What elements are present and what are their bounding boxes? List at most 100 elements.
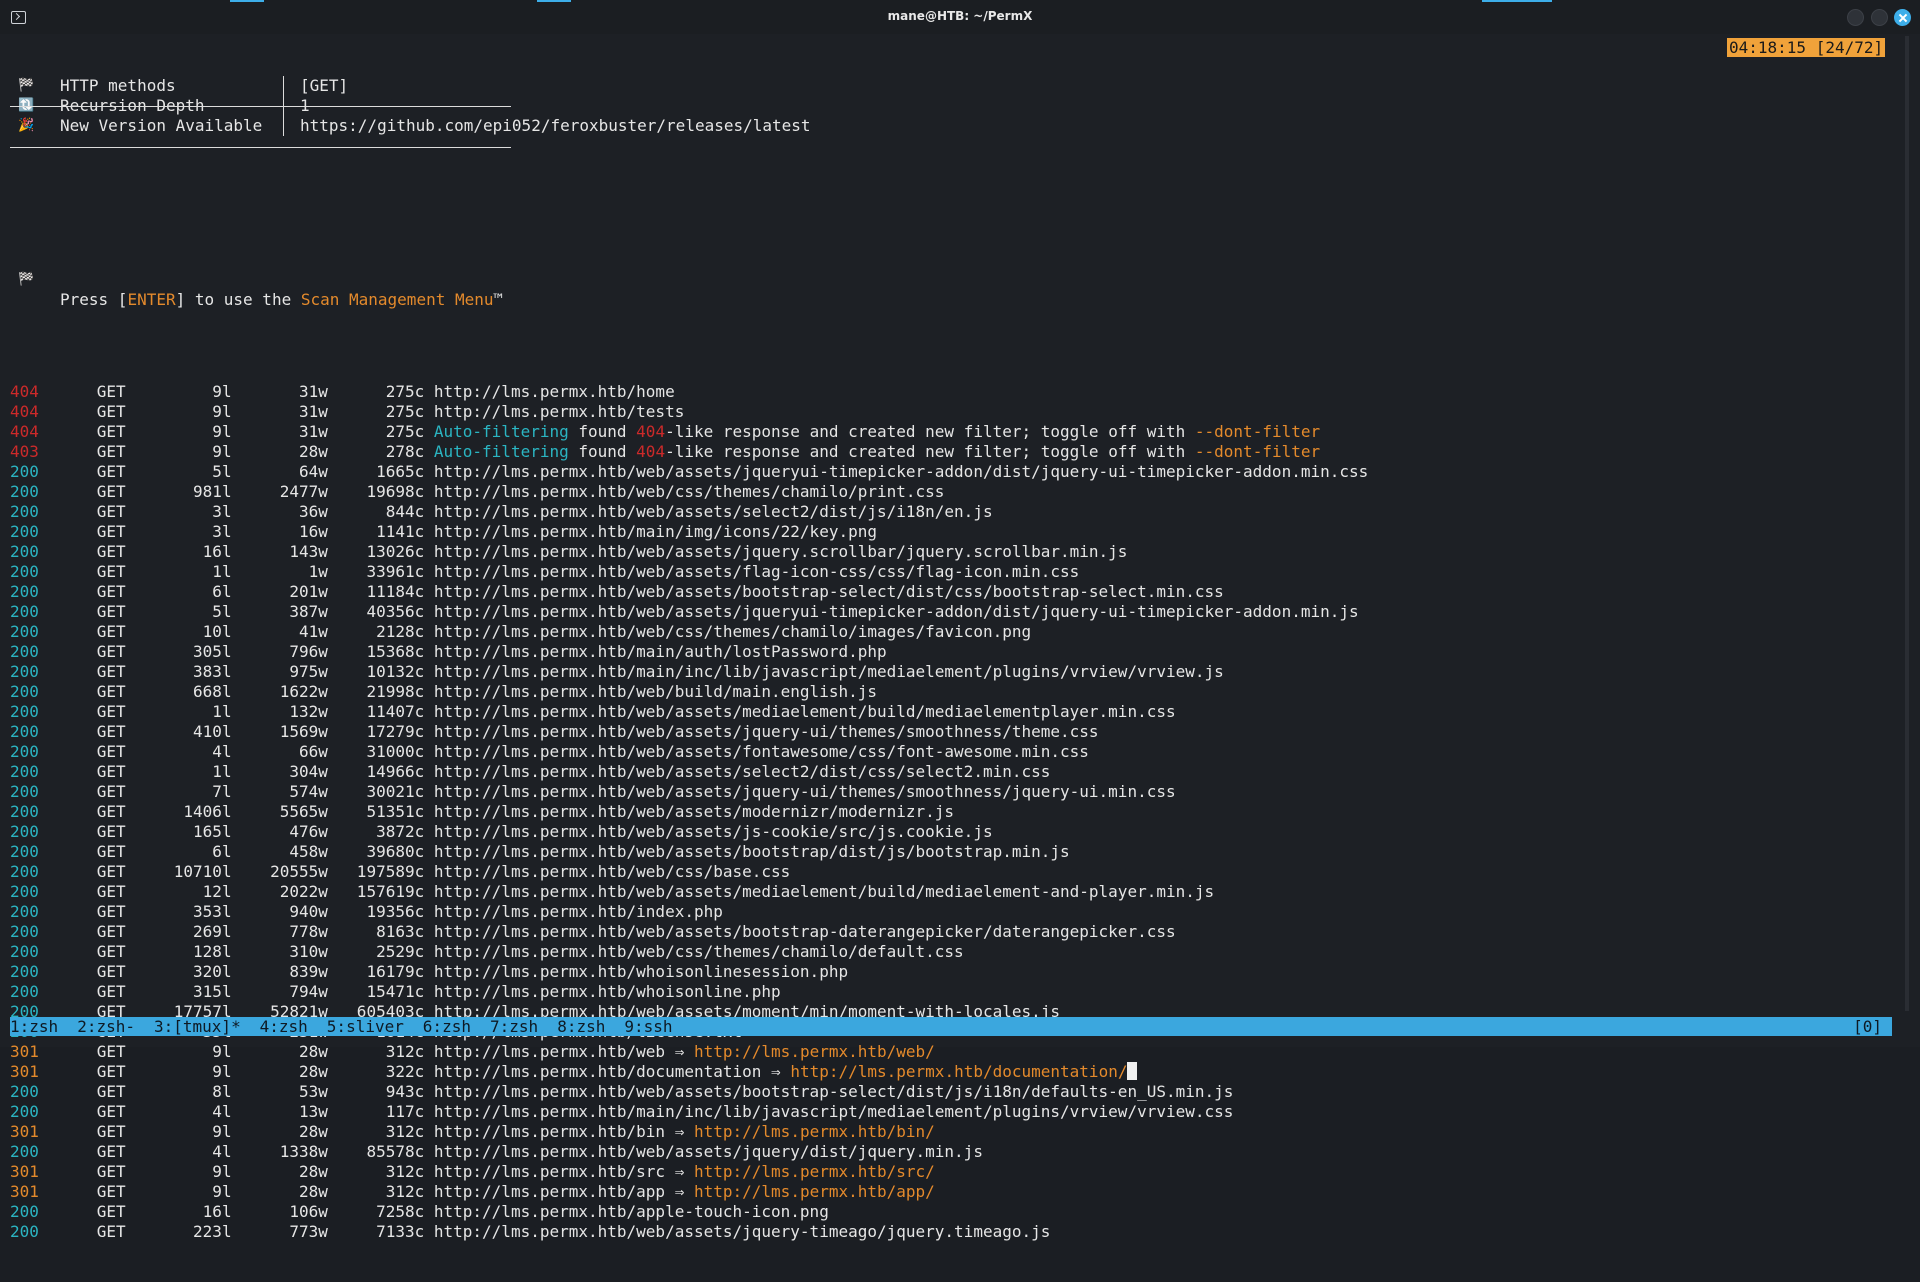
- method: GET: [38, 602, 126, 621]
- result-url[interactable]: http://lms.permx.htb/index.php: [434, 902, 723, 921]
- tmux-window-8[interactable]: 8:zsh: [557, 1017, 605, 1036]
- result-url[interactable]: http://lms.permx.htb/web/assets/bootstra…: [434, 582, 1224, 601]
- result-url[interactable]: http://lms.permx.htb/web/assets/jquery-u…: [434, 722, 1099, 741]
- result-url[interactable]: http://lms.permx.htb/web/css/base.css: [434, 862, 790, 881]
- char-count: 11407c: [327, 702, 434, 721]
- press-prefix: Press [: [60, 290, 128, 309]
- result-url[interactable]: http://lms.permx.htb/web/css/themes/cham…: [434, 482, 945, 501]
- title-bar[interactable]: mane@HTB: ~/PermX: [0, 0, 1920, 34]
- result-url[interactable]: http://lms.permx.htb/web/assets/jqueryui…: [434, 602, 1359, 621]
- result-url[interactable]: http://lms.permx.htb/web/assets/mediaele…: [434, 702, 1176, 721]
- status-code: 200: [10, 482, 39, 501]
- redirect-url[interactable]: http://lms.permx.htb/web/: [694, 1042, 935, 1061]
- char-count: 21998c: [327, 682, 434, 701]
- result-row: 200 GET 128l 310w 2529c http://lms.permx…: [10, 942, 1892, 962]
- result-url[interactable]: http://lms.permx.htb/app: [434, 1182, 665, 1201]
- checkered-flag-icon: 🏁: [18, 78, 35, 93]
- result-url[interactable]: http://lms.permx.htb/web/css/themes/cham…: [434, 942, 964, 961]
- result-url[interactable]: http://lms.permx.htb/src: [434, 1162, 665, 1181]
- scrollbar[interactable]: [1905, 36, 1909, 1011]
- char-count: 943c: [327, 1082, 434, 1101]
- redirect-url[interactable]: http://lms.permx.htb/src/: [694, 1162, 935, 1181]
- method: GET: [38, 1042, 126, 1061]
- result-url[interactable]: http://lms.permx.htb/web/assets/js-cooki…: [434, 822, 993, 841]
- status-code: 200: [10, 702, 39, 721]
- char-count: 40356c: [327, 602, 434, 621]
- result-url[interactable]: http://lms.permx.htb/main/auth/lostPassw…: [434, 642, 887, 661]
- scan-management-menu-link[interactable]: Scan Management Menu: [301, 290, 494, 309]
- tmux-window-4[interactable]: 4:zsh: [260, 1017, 308, 1036]
- tab-accent: [1482, 0, 1552, 2]
- result-url[interactable]: http://lms.permx.htb/web/assets/jquery-u…: [434, 782, 1176, 801]
- tmux-window-7[interactable]: 7:zsh: [490, 1017, 538, 1036]
- redirect-url[interactable]: http://lms.permx.htb/app/: [694, 1182, 935, 1201]
- status-code: 200: [10, 1222, 39, 1241]
- tmux-window-5[interactable]: 5:sliver: [327, 1017, 404, 1036]
- char-count: 844c: [327, 502, 434, 521]
- char-count: 312c: [327, 1162, 434, 1181]
- result-url[interactable]: http://lms.permx.htb/web/assets/bootstra…: [434, 842, 1070, 861]
- tmux-window-1[interactable]: 1:zsh: [10, 1017, 58, 1036]
- line-count: 383l: [125, 662, 232, 681]
- tmux-window-3[interactable]: 3:[tmux]*: [154, 1017, 241, 1036]
- terminal-output[interactable]: 🏁HTTP methods[GET]🔃Recursion Depth1🎉New …: [10, 36, 1892, 1241]
- word-count: 2022w: [231, 882, 328, 901]
- result-url[interactable]: http://lms.permx.htb/apple-touch-icon.pn…: [434, 1202, 829, 1221]
- result-url[interactable]: http://lms.permx.htb/web/assets/jquery-t…: [434, 1222, 1051, 1241]
- status-code: 200: [10, 862, 39, 881]
- method: GET: [38, 542, 126, 561]
- close-button[interactable]: [1894, 9, 1911, 26]
- result-url[interactable]: http://lms.permx.htb/main/img/icons/22/k…: [434, 522, 877, 541]
- result-url[interactable]: http://lms.permx.htb/whoisonlinesession.…: [434, 962, 848, 981]
- char-count: 157619c: [327, 882, 434, 901]
- result-row: 200 GET 223l 773w 7133c http://lms.permx…: [10, 1222, 1892, 1242]
- status-code: 301: [10, 1122, 39, 1141]
- config-value[interactable]: https://github.com/epi052/feroxbuster/re…: [300, 116, 811, 136]
- result-row: 200 GET 353l 940w 19356c http://lms.perm…: [10, 902, 1892, 922]
- result-url[interactable]: http://lms.permx.htb/web/assets/jqueryui…: [434, 462, 1368, 481]
- word-count: 31w: [231, 382, 328, 401]
- result-url[interactable]: http://lms.permx.htb/web/assets/jquery/d…: [434, 1142, 983, 1161]
- word-count: 796w: [231, 642, 328, 661]
- method: GET: [38, 402, 126, 421]
- redirect-url[interactable]: http://lms.permx.htb/bin/: [694, 1122, 935, 1141]
- result-url[interactable]: http://lms.permx.htb/tests: [434, 402, 684, 421]
- result-url[interactable]: http://lms.permx.htb/web: [434, 1042, 665, 1061]
- result-url[interactable]: http://lms.permx.htb/main/inc/lib/javasc…: [434, 662, 1224, 681]
- maximize-button[interactable]: [1871, 9, 1888, 26]
- line-count: 1l: [125, 562, 232, 581]
- result-url[interactable]: http://lms.permx.htb/web/css/themes/cham…: [434, 622, 1031, 641]
- result-url[interactable]: http://lms.permx.htb/web/assets/bootstra…: [434, 1082, 1234, 1101]
- result-url[interactable]: http://lms.permx.htb/web/assets/select2/…: [434, 762, 1051, 781]
- result-url[interactable]: http://lms.permx.htb/home: [434, 382, 675, 401]
- method: GET: [38, 562, 126, 581]
- result-url[interactable]: http://lms.permx.htb/web/assets/jquery.s…: [434, 542, 1128, 561]
- result-url[interactable]: http://lms.permx.htb/web/build/main.engl…: [434, 682, 877, 701]
- result-url[interactable]: http://lms.permx.htb/web/assets/fontawes…: [434, 742, 1089, 761]
- result-url[interactable]: http://lms.permx.htb/web/assets/bootstra…: [434, 922, 1176, 941]
- line-count: 9l: [125, 1062, 232, 1081]
- result-url[interactable]: http://lms.permx.htb/bin: [434, 1122, 665, 1141]
- result-url[interactable]: http://lms.permx.htb/documentation: [434, 1062, 762, 1081]
- tmux-window-9[interactable]: 9:ssh: [624, 1017, 672, 1036]
- line-count: 1406l: [125, 802, 232, 821]
- result-url[interactable]: http://lms.permx.htb/web/assets/select2/…: [434, 502, 993, 521]
- redirect-url[interactable]: http://lms.permx.htb/documentation/: [790, 1062, 1127, 1081]
- char-count: 312c: [327, 1042, 434, 1061]
- auto-filter-code: 404: [636, 422, 666, 441]
- char-count: 31000c: [327, 742, 434, 761]
- result-url[interactable]: http://lms.permx.htb/main/inc/lib/javasc…: [434, 1102, 1234, 1121]
- line-count: 9l: [125, 382, 232, 401]
- auto-filter-text: found: [568, 422, 637, 441]
- line-count: 9l: [125, 422, 232, 441]
- result-url[interactable]: http://lms.permx.htb/whoisonline.php: [434, 982, 781, 1001]
- result-url[interactable]: http://lms.permx.htb/web/assets/flag-ico…: [434, 562, 1079, 581]
- line-count: 668l: [125, 682, 232, 701]
- result-url[interactable]: http://lms.permx.htb/web/assets/moderniz…: [434, 802, 954, 821]
- tmux-window-2[interactable]: 2:zsh-: [77, 1017, 135, 1036]
- line-count: 3l: [125, 502, 232, 521]
- tmux-window-6[interactable]: 6:zsh: [423, 1017, 471, 1036]
- minimize-button[interactable]: [1847, 9, 1864, 26]
- redirect-arrow: ⇒: [674, 1122, 685, 1141]
- result-url[interactable]: http://lms.permx.htb/web/assets/mediaele…: [434, 882, 1214, 901]
